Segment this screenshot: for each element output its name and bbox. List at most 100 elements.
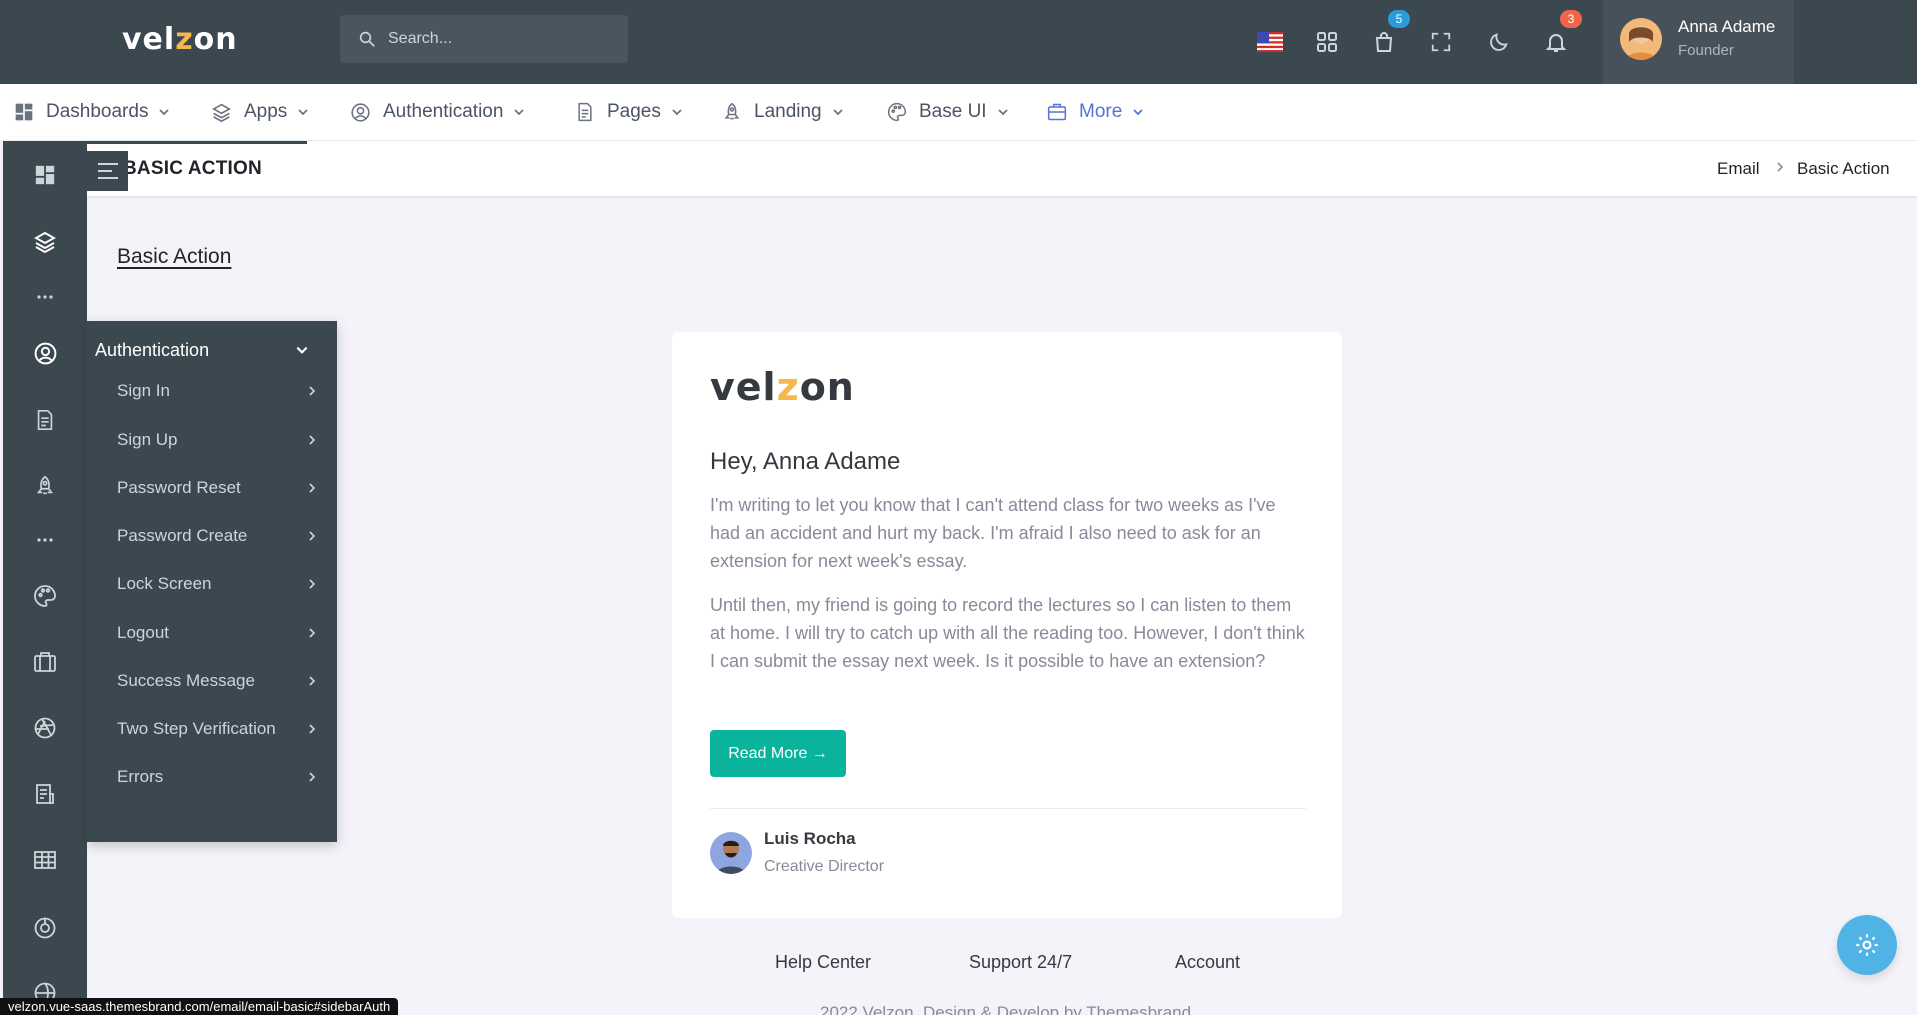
file-list-icon[interactable] <box>3 774 87 814</box>
footer-link-account[interactable]: Account <box>1175 952 1240 973</box>
dark-mode-icon[interactable] <box>1477 20 1521 64</box>
email-paragraph-1: I'm writing to let you know that I can't… <box>710 495 1276 571</box>
chevron-right-icon <box>309 531 316 541</box>
nav-label: Landing <box>754 101 822 122</box>
user-name: Anna Adame <box>1678 17 1776 36</box>
flyout-item-sign-in[interactable]: Sign In <box>117 376 317 406</box>
flyout-item-two-step-verification[interactable]: Two Step Verification <box>117 714 317 744</box>
velzon-logo[interactable]: velzon <box>122 22 238 57</box>
title-underline <box>87 141 307 144</box>
aperture-icon[interactable] <box>3 708 87 748</box>
nav-label: Base UI <box>919 101 987 122</box>
user-avatar <box>1620 18 1662 60</box>
flyout-item-success-message[interactable]: Success Message <box>117 666 317 696</box>
chevron-down-icon <box>672 109 682 116</box>
apps-grid-icon[interactable] <box>1305 20 1349 64</box>
topbar: velzon 5 3 Anna Adame Founder <box>0 0 1917 84</box>
account-circle-icon <box>351 102 370 122</box>
copyright-text: 2022 Velzon. Design & Develop by Themesb… <box>820 1003 1192 1015</box>
more-dots-icon <box>3 520 87 560</box>
chevron-down-icon <box>832 109 843 116</box>
flyout-header[interactable]: Authentication <box>95 340 209 361</box>
briefcase-icon[interactable] <box>3 642 87 682</box>
chevron-right-icon <box>309 676 316 686</box>
user-role: Founder <box>1678 42 1734 59</box>
horizontal-navbar: Dashboards Apps Authentication Pages Lan… <box>0 84 1917 141</box>
flyout-item-logout[interactable]: Logout <box>117 618 317 648</box>
hamburger-menu-button[interactable] <box>87 151 128 191</box>
user-profile-menu[interactable]: Anna Adame Founder <box>1603 0 1794 84</box>
flyout-item-label: Success Message <box>117 671 255 690</box>
nav-item-landing[interactable]: Landing <box>722 84 844 140</box>
gear-icon <box>1856 934 1878 956</box>
section-title: Basic Action <box>117 245 232 268</box>
settings-button[interactable] <box>1837 915 1897 975</box>
search-input[interactable] <box>388 30 618 48</box>
divider <box>710 808 1306 809</box>
briefcase-icon <box>1047 103 1067 121</box>
authentication-flyout-menu: Authentication Sign In Sign Up Password … <box>87 321 337 842</box>
flyout-item-label: Two Step Verification <box>117 719 276 738</box>
chevron-down-icon <box>514 109 525 116</box>
footer-link-help-center[interactable]: Help Center <box>775 952 871 973</box>
flyout-item-label: Sign In <box>117 381 170 400</box>
nav-item-authentication[interactable]: Authentication <box>350 84 525 140</box>
nav-label: Apps <box>244 101 288 122</box>
flyout-item-password-create[interactable]: Password Create <box>117 521 317 551</box>
footer-link-support[interactable]: Support 24/7 <box>969 952 1072 973</box>
read-more-button[interactable]: Read More → <box>710 730 846 777</box>
email-velzon-logo: velzon <box>710 365 855 409</box>
flyout-item-sign-up[interactable]: Sign Up <box>117 425 317 455</box>
pie-chart-icon[interactable] <box>3 908 87 948</box>
nav-label: More <box>1079 101 1123 122</box>
layers-icon <box>212 103 231 122</box>
chevron-right-icon <box>309 435 316 445</box>
rocket-icon[interactable] <box>3 466 87 506</box>
chevron-right-icon <box>309 386 316 396</box>
nav-item-more[interactable]: More <box>1047 84 1144 140</box>
email-paragraph-2: Until then, my friend is going to record… <box>710 595 1305 671</box>
cart-count-badge: 5 <box>1388 10 1410 28</box>
file-icon[interactable] <box>3 400 87 440</box>
notification-count-badge: 3 <box>1560 10 1582 28</box>
table-icon[interactable] <box>3 840 87 880</box>
chevron-down-icon <box>1133 109 1143 116</box>
search-box[interactable] <box>340 15 628 63</box>
nav-item-base-ui[interactable]: Base UI <box>887 84 1009 140</box>
dashboard-icon <box>15 103 33 121</box>
rocket-icon <box>724 102 740 120</box>
nav-item-apps[interactable]: Apps <box>211 84 309 140</box>
icon-sidebar <box>3 141 87 1015</box>
nav-item-dashboards[interactable]: Dashboards <box>14 84 170 140</box>
flyout-item-lock-screen[interactable]: Lock Screen <box>117 569 317 599</box>
breadcrumb-email[interactable]: Email <box>1717 159 1760 179</box>
flyout-item-label: Errors <box>117 767 164 786</box>
account-circle-icon[interactable] <box>3 333 87 373</box>
cart-icon[interactable]: 5 <box>1362 10 1410 64</box>
us-flag-icon[interactable] <box>1248 20 1292 64</box>
flyout-item-errors[interactable]: Errors <box>117 762 317 792</box>
nav-item-pages[interactable]: Pages <box>575 84 683 140</box>
flyout-item-password-reset[interactable]: Password Reset <box>117 473 317 503</box>
breadcrumb-separator-icon <box>1775 160 1785 174</box>
layers-icon[interactable] <box>3 222 87 262</box>
nav-label: Authentication <box>383 101 504 122</box>
file-icon <box>578 102 592 122</box>
search-icon <box>358 30 376 48</box>
chevron-down-icon <box>997 109 1008 116</box>
palette-icon[interactable] <box>3 576 87 616</box>
email-card: velzon Hey, Anna Adame I'm writing to le… <box>672 332 1342 918</box>
chevron-down-icon <box>298 109 308 116</box>
author-avatar <box>710 832 752 874</box>
flyout-item-label: Sign Up <box>117 430 178 449</box>
chevron-right-icon <box>309 628 316 638</box>
nav-label: Dashboards <box>46 101 149 122</box>
page-title: BASIC ACTION <box>123 158 262 179</box>
email-greeting: Hey, Anna Adame <box>710 448 901 475</box>
chevron-right-icon <box>309 772 316 782</box>
fullscreen-icon[interactable] <box>1419 20 1463 64</box>
bell-icon[interactable]: 3 <box>1534 10 1582 64</box>
more-dots-icon <box>3 277 87 317</box>
flyout-item-label: Password Reset <box>117 478 241 497</box>
dashboard-icon[interactable] <box>3 155 87 195</box>
